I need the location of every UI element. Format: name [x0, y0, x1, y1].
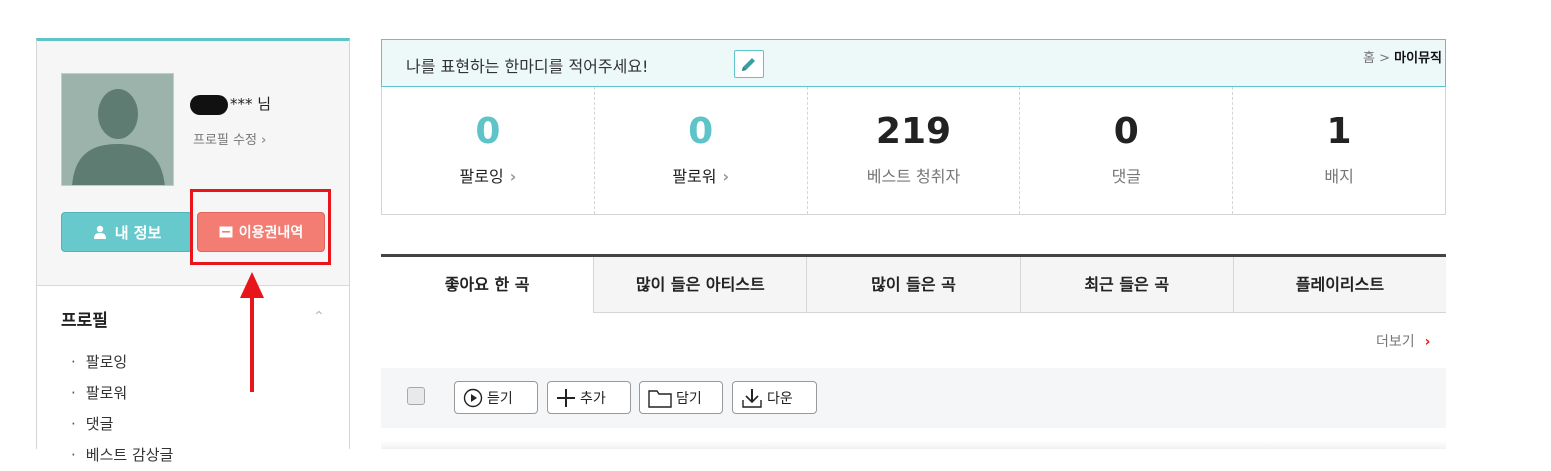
status-message-bar: 나를 표현하는 한마디를 적어주세요! 홈 > 마이뮤직	[381, 39, 1446, 87]
breadcrumb-separator: >	[1379, 51, 1391, 66]
chevron-right-icon: ›	[260, 133, 267, 148]
my-info-button[interactable]: 내 정보	[61, 212, 193, 252]
add-button[interactable]: 추가	[547, 381, 631, 414]
tab-top-artists[interactable]: 많이 들은 아티스트	[593, 257, 807, 313]
my-info-label: 내 정보	[114, 223, 162, 242]
red-arrow-annotation	[240, 272, 264, 392]
music-tabs: 좋아요 한 곡 많이 들은 아티스트 많이 들은 곡 최근 들은 곡 플레이리스…	[381, 254, 1447, 313]
tab-recent-songs[interactable]: 최근 들은 곡	[1019, 257, 1233, 313]
breadcrumb-current: 마이뮤직	[1394, 51, 1442, 66]
select-all-checkbox[interactable]	[407, 387, 425, 405]
tab-liked-songs[interactable]: 좋아요 한 곡	[381, 257, 594, 313]
stat-label: 댓글	[1111, 167, 1142, 186]
stat-badges: 1 배지	[1233, 87, 1445, 214]
sidebar-item-label: 팔로워	[85, 384, 128, 402]
stat-value: 0	[475, 111, 501, 152]
stat-label: 베스트 청취자	[866, 167, 961, 186]
sidebar-item-label: 댓글	[85, 415, 114, 433]
edit-status-button[interactable]	[734, 50, 764, 78]
download-button[interactable]: 다운	[732, 381, 817, 414]
breadcrumb: 홈 > 마이뮤직	[1363, 47, 1442, 66]
pencil-icon	[742, 58, 755, 71]
save-label: 담기	[676, 390, 702, 407]
sidebar-item-following[interactable]: · 팔로잉	[71, 347, 173, 378]
sidebar-list: · 팔로잉 · 팔로워 · 댓글 · 베스트 감상글	[71, 347, 173, 471]
sidebar-item-comments[interactable]: · 댓글	[71, 409, 173, 440]
sidebar-title: 프로필	[61, 311, 108, 331]
sidebar-item-best-reviews[interactable]: · 베스트 감상글	[71, 440, 173, 471]
username-suffix: *** 님	[230, 95, 272, 113]
avatar	[61, 73, 174, 186]
stat-comments: 0 댓글	[1020, 87, 1234, 214]
stat-value: 0	[1113, 111, 1139, 152]
play-label: 듣기	[487, 390, 513, 407]
stat-label-wrap: 팔로잉 ›	[382, 163, 594, 187]
sidebar-item-followers[interactable]: · 팔로워	[71, 378, 173, 409]
edit-profile-label: 프로필 수정	[193, 133, 257, 148]
stat-label: 팔로워	[672, 167, 717, 186]
masked-name	[190, 94, 228, 115]
stats-row: 0 팔로잉 › 0 팔로워 › 219 베스트 청취자 0 댓글 1 배지	[381, 87, 1446, 215]
edit-profile-link[interactable]: 프로필 수정 ›	[193, 129, 266, 148]
status-message: 나를 표현하는 한마디를 적어주세요!	[406, 57, 649, 76]
stat-value: 0	[688, 111, 714, 152]
play-button[interactable]: 듣기	[454, 381, 538, 414]
chevron-right-icon: ›	[509, 167, 517, 186]
tab-top-songs[interactable]: 많이 들은 곡	[806, 257, 1020, 313]
stat-following[interactable]: 0 팔로잉 ›	[382, 87, 595, 214]
download-icon	[742, 388, 762, 408]
stat-best-listener: 219 베스트 청취자	[808, 87, 1021, 214]
save-button[interactable]: 담기	[639, 381, 723, 414]
more-label: 더보기	[1376, 334, 1415, 350]
add-label: 추가	[580, 390, 606, 407]
highlight-box	[190, 189, 331, 265]
song-toolbar: 듣기 추가 담기 다운	[381, 368, 1446, 428]
chevron-right-icon: ›	[722, 167, 730, 186]
stat-label: 팔로잉	[459, 167, 504, 186]
list-header-edge	[381, 441, 1446, 449]
tab-playlists[interactable]: 플레이리스트	[1232, 257, 1447, 313]
more-link[interactable]: 더보기 ›	[1376, 331, 1430, 351]
sidebar-item-label: 팔로잉	[85, 353, 128, 371]
play-icon	[463, 388, 483, 407]
chevron-up-icon[interactable]: ⌃	[313, 309, 325, 325]
chevron-right-icon: ›	[1424, 334, 1431, 350]
stat-value: 1	[1326, 111, 1352, 152]
stat-followers[interactable]: 0 팔로워 ›	[595, 87, 808, 214]
folder-icon	[648, 389, 672, 408]
download-label: 다운	[767, 390, 793, 407]
stat-label: 배지	[1324, 167, 1354, 186]
plus-icon	[557, 388, 575, 407]
stat-label-wrap: 팔로워 ›	[595, 163, 807, 187]
username: *** 님	[190, 93, 271, 115]
breadcrumb-home[interactable]: 홈	[1363, 51, 1375, 66]
stat-value: 219	[875, 111, 952, 152]
person-icon	[93, 225, 106, 239]
